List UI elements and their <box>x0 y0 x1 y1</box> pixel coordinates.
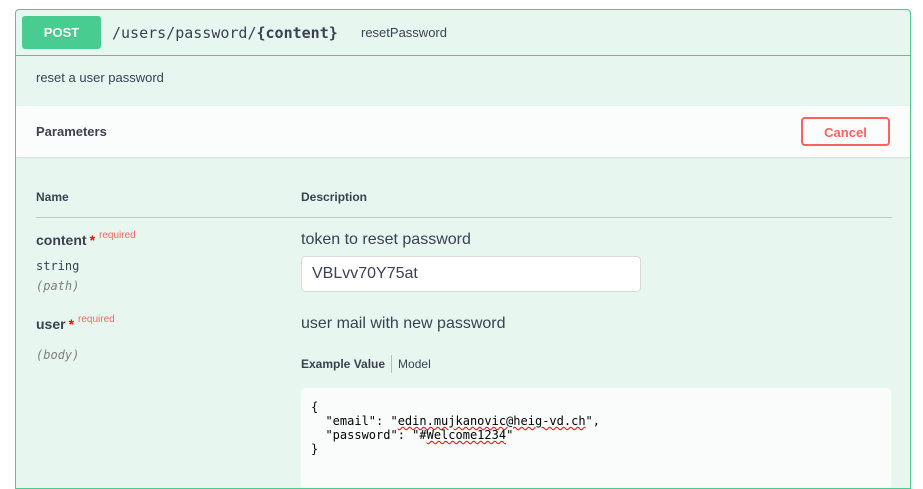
code-password-key: "password": "# <box>311 428 427 442</box>
param-name-user: user * required <box>36 314 115 332</box>
cancel-button[interactable]: Cancel <box>801 117 890 146</box>
path-param: {content} <box>256 24 338 42</box>
example-model-tabs: Example Value Model <box>301 353 437 375</box>
required-star: * <box>68 316 75 332</box>
parameters-header: Parameters Cancel <box>16 106 910 157</box>
column-header-name: Name <box>36 190 69 204</box>
param-name-text: content <box>36 232 87 248</box>
param-location: (path) <box>36 279 80 293</box>
param-description: user mail with new password <box>301 315 506 332</box>
code-open-brace: { <box>311 400 319 414</box>
param-type: string <box>36 259 80 273</box>
path-prefix: /users/password/ <box>112 24 257 42</box>
column-header-description: Description <box>301 190 368 204</box>
token-input[interactable] <box>301 256 641 292</box>
code-email-end: ", <box>585 414 600 428</box>
tab-example-value[interactable]: Example Value <box>301 353 391 375</box>
tab-divider <box>391 354 393 373</box>
param-name-content: content * required <box>36 230 136 248</box>
http-method-badge: POST <box>22 16 101 49</box>
param-location: (body) <box>36 348 80 362</box>
code-email-key: "email": " <box>311 414 398 428</box>
required-label: required <box>78 314 115 325</box>
operation-block-post: POST /users/password/{content} resetPass… <box>15 9 911 489</box>
operation-summary[interactable]: POST /users/password/{content} resetPass… <box>16 10 910 56</box>
code-email-value: edin.mujkanovic@heig-vd.ch <box>397 414 586 428</box>
required-label: required <box>99 230 136 241</box>
code-password-end: " <box>506 428 514 442</box>
code-password-value: Welcome1234 <box>426 428 507 442</box>
operation-description: reset a user password <box>36 70 164 85</box>
param-description: token to reset password <box>301 231 471 248</box>
endpoint-path: /users/password/{content} <box>112 10 338 56</box>
tab-model[interactable]: Model <box>398 353 437 375</box>
example-value-editor[interactable]: { "email": "edin.mujkanovic@heig-vd.ch",… <box>301 388 891 488</box>
header-divider <box>36 217 892 218</box>
operation-id: resetPassword <box>361 25 447 40</box>
parameters-title: Parameters <box>36 124 107 139</box>
required-star: * <box>89 232 96 248</box>
code-close-brace: } <box>311 442 319 456</box>
param-name-text: user <box>36 316 66 332</box>
